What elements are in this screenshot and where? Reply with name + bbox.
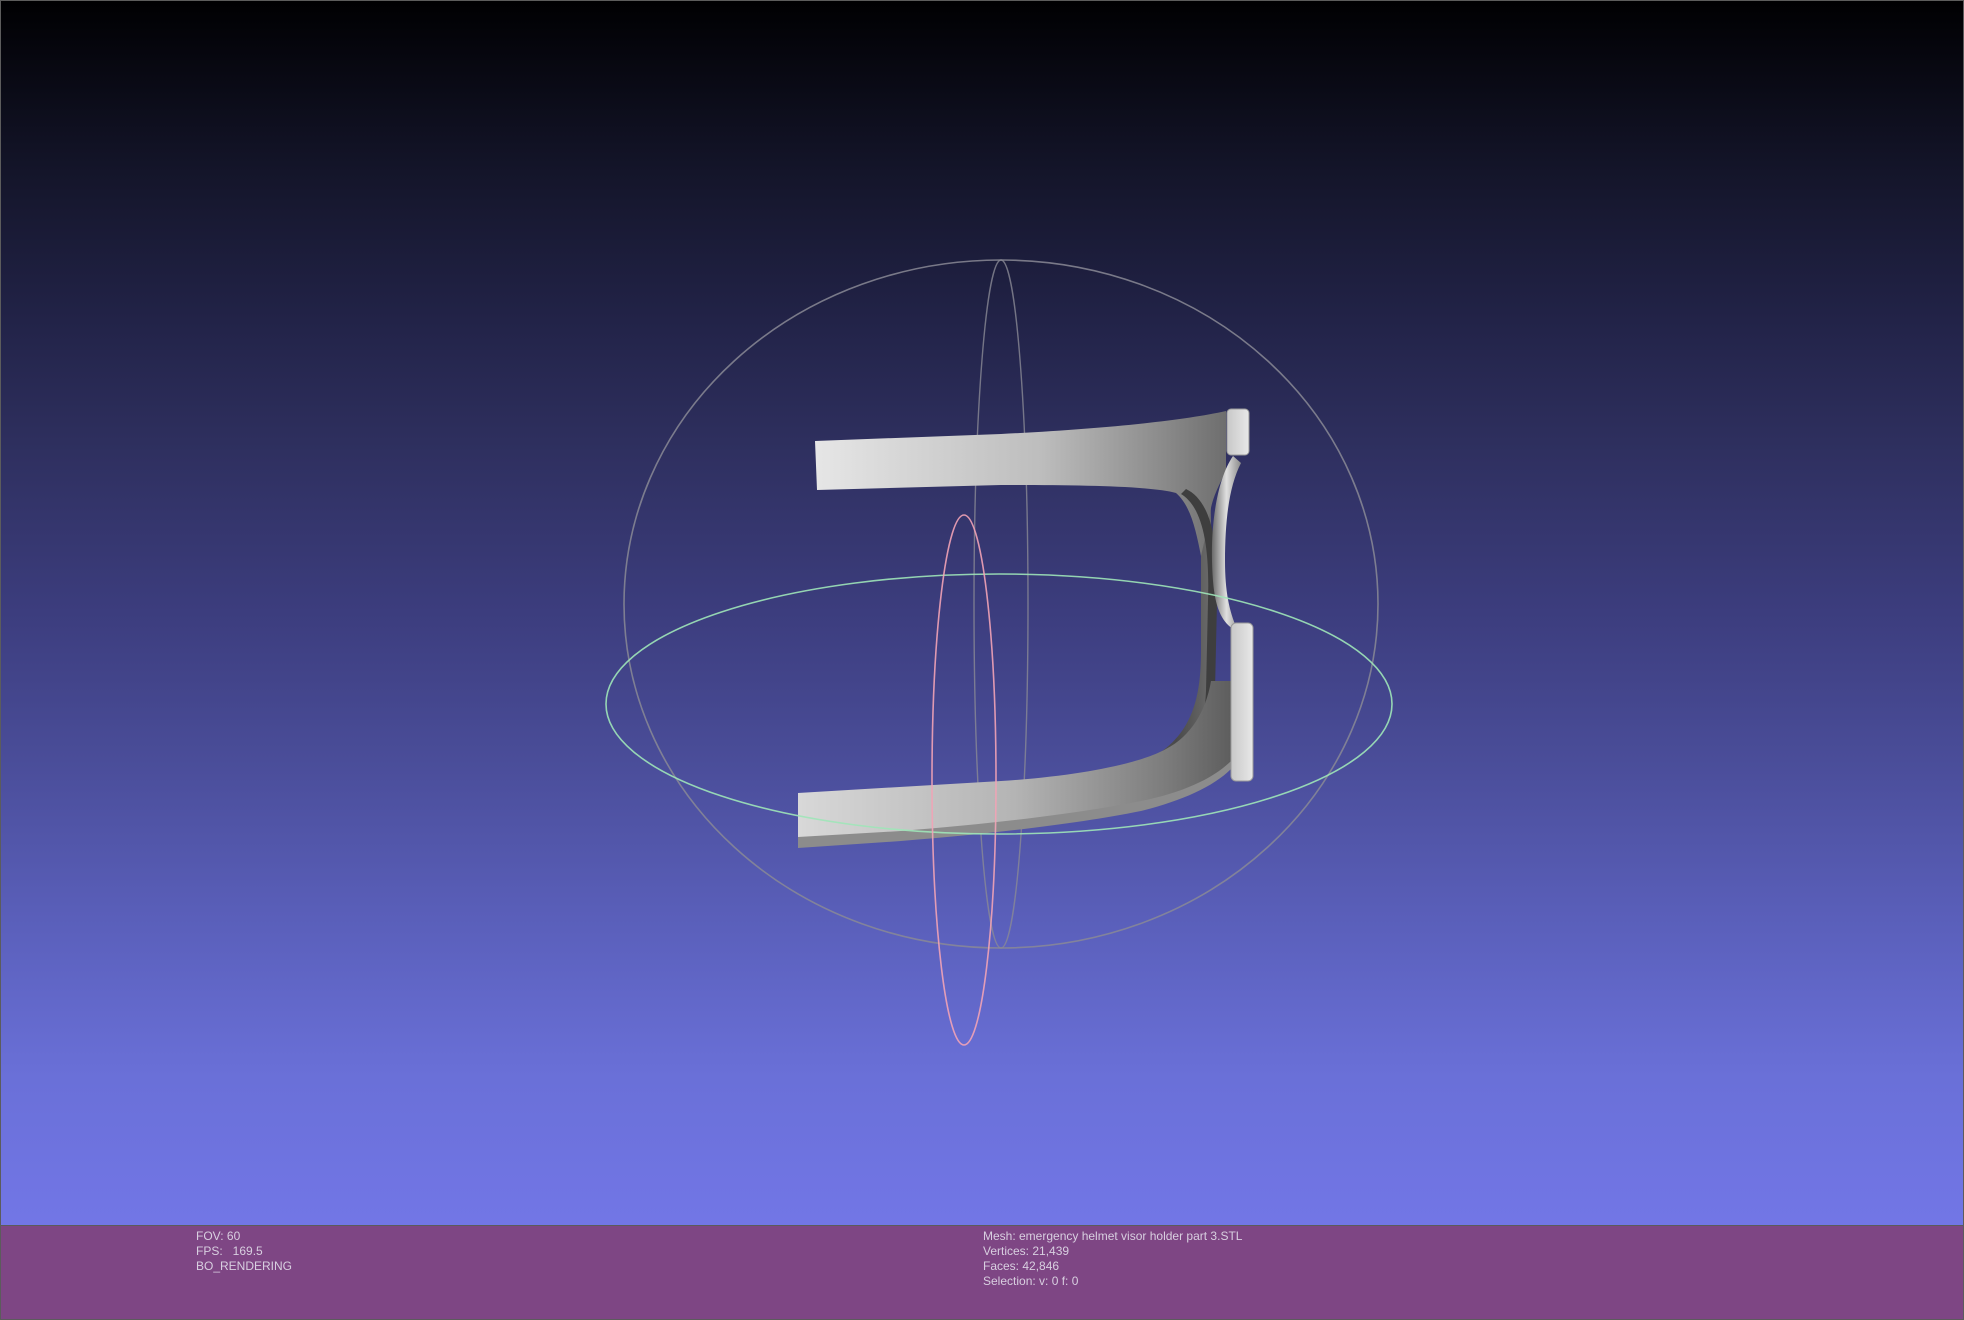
- mesh-bottom-tab: [1230, 622, 1254, 782]
- trackball[interactable]: [623, 259, 1379, 949]
- render-info-panel: FOV: 60 FPS: 169.5 BO_RENDERING: [196, 1229, 292, 1274]
- mesh-info-panel: Mesh: emergency helmet visor holder part…: [983, 1229, 1242, 1289]
- mesh-model[interactable]: [798, 408, 1254, 848]
- mesh-name-readout: Mesh: emergency helmet visor holder part…: [983, 1229, 1243, 1243]
- render-mode-readout: BO_RENDERING: [196, 1259, 293, 1273]
- trackball-outline-circle: [623, 259, 1379, 949]
- fps-readout: FPS: 169.5: [196, 1244, 263, 1258]
- mesh-top-tab: [1226, 408, 1250, 456]
- scene-canvas[interactable]: [1, 1, 1964, 1227]
- mesh-top-arm: [815, 411, 1226, 556]
- info-bar: FOV: 60 FPS: 169.5 BO_RENDERING Mesh: em…: [0, 1226, 1964, 1320]
- selection-readout: Selection: v: 0 f: 0: [983, 1274, 1079, 1288]
- trackball-front[interactable]: [605, 514, 1393, 1046]
- trackball-vertical-ring[interactable]: [931, 514, 997, 1046]
- faces-readout: Faces: 42,846: [983, 1259, 1060, 1273]
- vertices-readout: Vertices: 21,439: [983, 1244, 1070, 1258]
- 3d-viewport[interactable]: [0, 0, 1964, 1226]
- fov-readout: FOV: 60: [196, 1229, 241, 1243]
- trackball-vertical-outline: [973, 259, 1029, 949]
